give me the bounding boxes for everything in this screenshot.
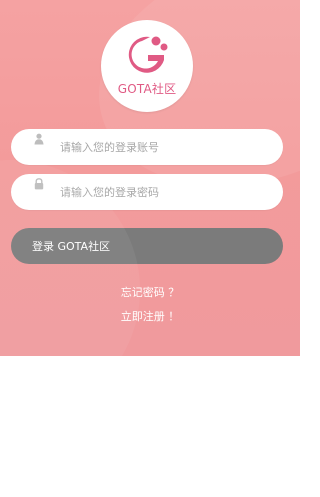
brand-logo: GOTA社区 xyxy=(101,20,193,112)
register-link[interactable]: 立即注册 ！ xyxy=(0,308,300,324)
user-icon xyxy=(34,133,44,145)
brand-name: GOTA社区 xyxy=(117,82,177,96)
forgot-password-link[interactable]: 忘记密码 ？ xyxy=(0,284,300,300)
lock-icon xyxy=(34,178,44,190)
password-input[interactable] xyxy=(60,174,270,210)
username-field[interactable] xyxy=(11,129,283,165)
login-screen: GOTA社区 登录 GOTA社区 忘记密码 ？ 立即注册 ！ xyxy=(0,0,300,497)
password-field[interactable] xyxy=(11,174,283,210)
login-button[interactable]: 登录 GOTA社区 xyxy=(11,228,283,264)
username-input[interactable] xyxy=(60,129,270,165)
login-hero-background: GOTA社区 登录 GOTA社区 忘记密码 ？ 立即注册 ！ xyxy=(0,0,300,356)
gota-logo-icon xyxy=(128,36,168,73)
